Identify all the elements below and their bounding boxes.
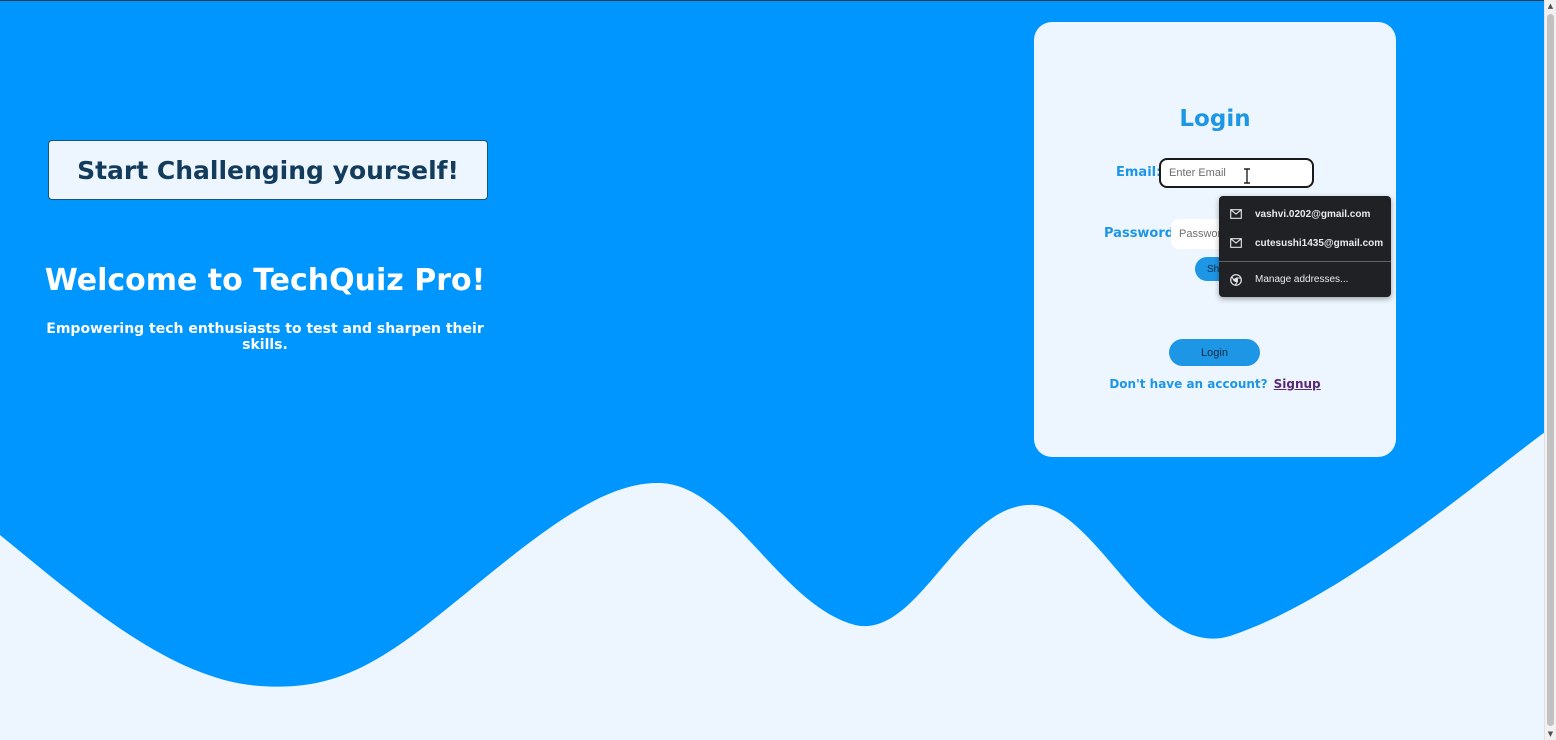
- password-label: Password:: [1104, 226, 1180, 241]
- vertical-scrollbar[interactable]: ▲ ▼: [1544, 0, 1556, 740]
- autofill-dropdown: vashvi.0202@gmail.com cutesushi1435@gmai…: [1219, 196, 1391, 297]
- signup-link[interactable]: Signup: [1274, 377, 1321, 391]
- login-title: Login: [1179, 106, 1251, 132]
- scroll-up-arrow-icon[interactable]: ▲: [1545, 0, 1556, 12]
- login-button[interactable]: Login: [1169, 339, 1260, 366]
- scroll-down-arrow-icon[interactable]: ▼: [1545, 728, 1556, 740]
- mail-icon: [1230, 238, 1242, 248]
- signup-prompt: Don't have an account?: [1109, 377, 1268, 391]
- page: Start Challenging yourself! Welcome to T…: [0, 0, 1556, 740]
- hero-subtitle: Empowering tech enthusiasts to test and …: [46, 321, 484, 353]
- window-top-border: [0, 0, 1545, 1]
- autofill-divider: [1219, 261, 1391, 262]
- chrome-icon: [1230, 274, 1242, 286]
- mail-icon: [1230, 209, 1242, 219]
- start-challenge-button[interactable]: Start Challenging yourself!: [48, 140, 488, 200]
- email-label: Email:: [1116, 165, 1162, 180]
- hero-title: Welcome to TechQuiz Pro!: [44, 263, 486, 298]
- autofill-suggestion-text: vashvi.0202@gmail.com: [1255, 208, 1371, 220]
- text-cursor-icon: [1244, 168, 1250, 184]
- autofill-suggestion-text: cutesushi1435@gmail.com: [1255, 237, 1384, 249]
- email-input[interactable]: [1159, 158, 1314, 188]
- manage-addresses-item[interactable]: Manage addresses...: [1219, 265, 1391, 293]
- autofill-suggestion[interactable]: vashvi.0202@gmail.com: [1219, 200, 1391, 228]
- signup-row: Don't have an account? Signup: [1034, 377, 1396, 391]
- autofill-suggestion[interactable]: cutesushi1435@gmail.com: [1219, 229, 1391, 257]
- manage-addresses-label: Manage addresses...: [1255, 273, 1349, 285]
- scrollbar-thumb[interactable]: [1547, 14, 1554, 726]
